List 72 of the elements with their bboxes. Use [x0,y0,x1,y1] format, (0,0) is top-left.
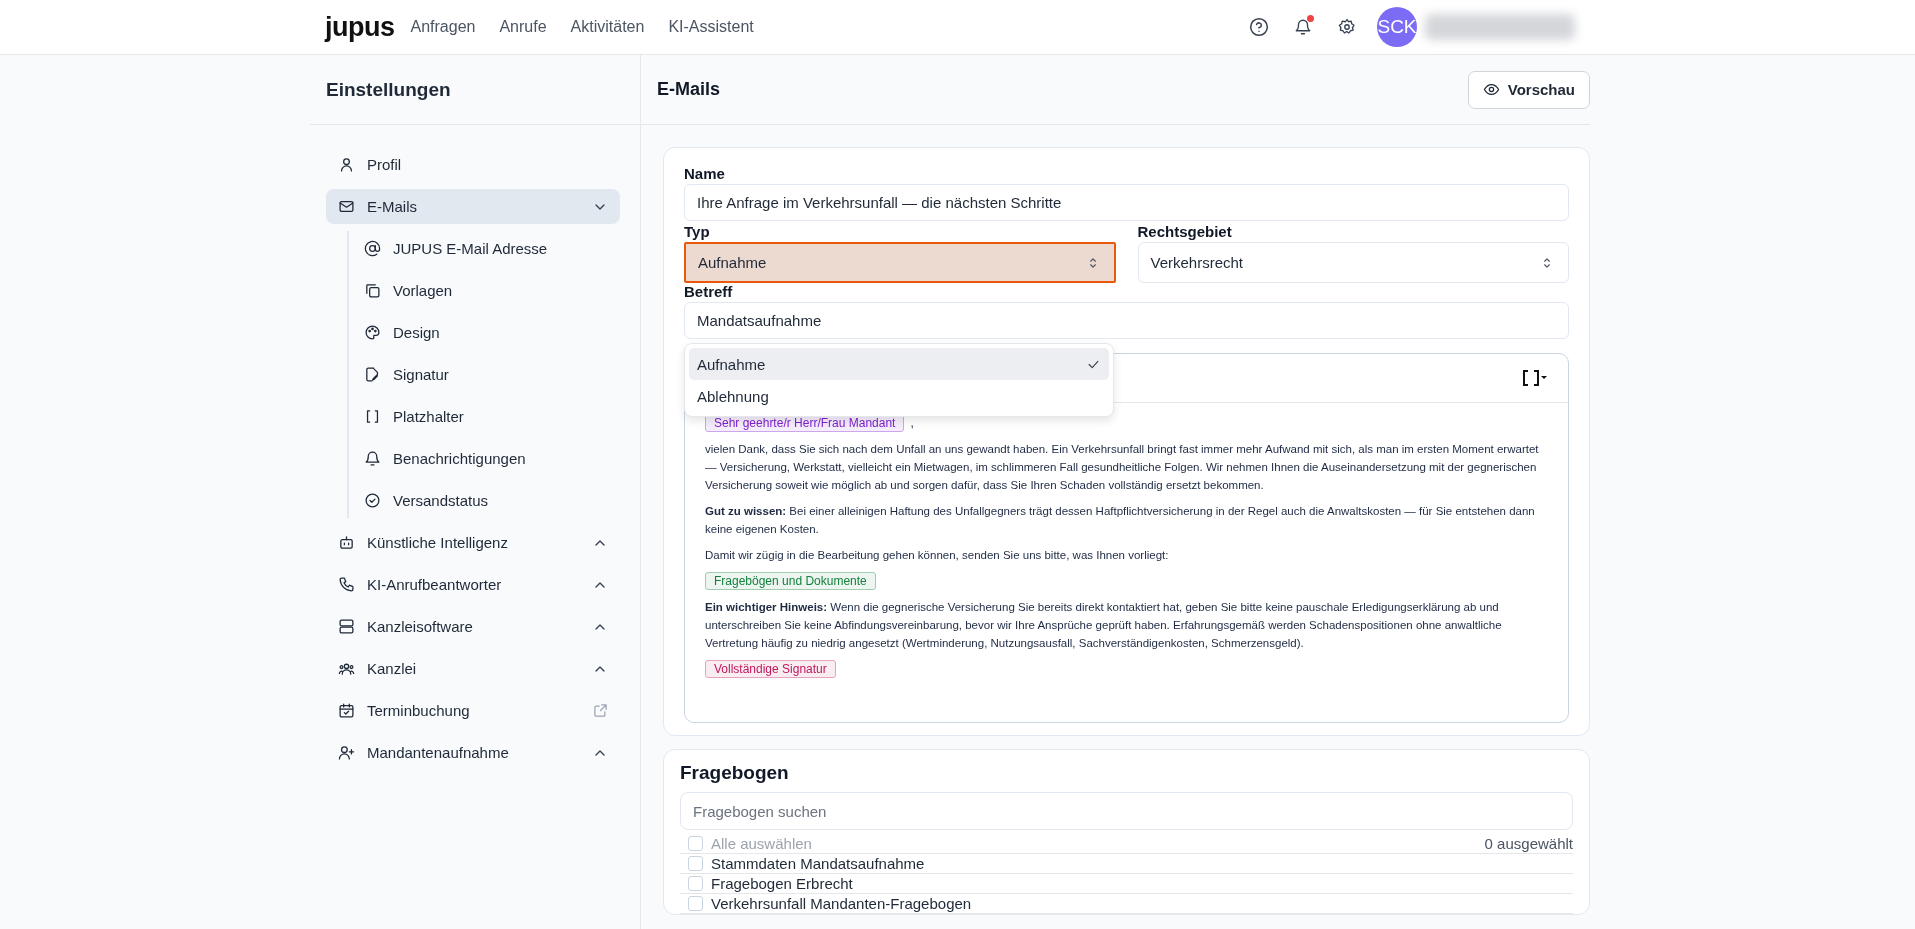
palette-icon [364,324,381,341]
sidebar-item[interactable]: Kanzlei [326,651,620,686]
sidebar-item[interactable]: Benachrichtigungen [349,441,620,476]
sidebar-title: Einstellungen [310,55,640,125]
checkbox[interactable] [688,876,703,891]
sidebar-item[interactable]: Terminbuchung [326,693,620,728]
brackets-caret-icon [1522,369,1548,387]
at-sign-icon [364,240,381,257]
preview-button[interactable]: Vorschau [1467,70,1590,109]
search-field[interactable]: Fragebogen suchen [680,792,1573,830]
settings-icon [1338,18,1356,36]
card-title: Fragebogen [680,762,790,784]
sidebar-item[interactable]: Design [349,315,620,350]
sidebar-item[interactable]: Künstliche Intelligenz [326,525,620,560]
envelope-icon [338,198,355,215]
editor-paragraph: Ein wichtiger Hinweis: Wenn die gegnerische Versicherung Sie bereits direkt kontaktiert hat, geben Sie bitte keine pauschale Erledigungserklärung ab und unterschreiben Sie keine Abfindungsvereinbarung, bevor wir Ihre Ansprüche geprüft haben. Erfahrungsgemäß werden Schadenspositionen ohne anwaltliche Vertretung häufig zu niedrig angesetzt (Wertminderung, Nutzungsausfall, Sachverständigenkosten, Schmerzensgeld). [705,600,1503,651]
page-title: E-Mails [657,79,721,100]
input-field[interactable]: Ihre Anfrage im Verkehrsunfall — die nächsten Schritte [684,184,1569,221]
server-icon [338,618,355,635]
checkbox-label[interactable]: Fragebogen Erbrecht [711,875,1573,892]
phone-icon [338,576,355,593]
help-button[interactable] [1247,15,1271,39]
nav-link[interactable]: Aktivitäten [570,18,645,36]
document-pen-icon [364,366,381,383]
select-field[interactable]: Aufnahme [684,242,1116,283]
editor-paragraph: Damit wir zügig in die Bearbeitung gehen können, senden Sie uns bitte, was Ihnen vorliegt: [705,548,1170,563]
nav-link[interactable]: KI-Assistent [668,18,754,36]
sidebar-item[interactable]: Kanzleisoftware [326,609,620,644]
external-link-icon [593,703,608,718]
checkbox[interactable] [688,896,703,911]
input-field[interactable]: Mandatsaufnahme [684,302,1569,339]
editor-paragraph: vielen Dank, dass Sie sich nach dem Unfall an uns gewandt haben. Ein Verkehrsunfall bringt fast immer mehr Aufwand mit sich, als man im ersten Moment erwartet — Versicherung, Werkstatt, vielleicht ein Mietwagen, im schlimmeren Fall gesundheitliche Folgen. Wir nehmen Ihnen die Auseinandersetzung mit der gegnerischen Versicherung soweit wie möglich ab und sorgen dafür, dass Sie Ihren Schaden vollständig ersetzt bekommen. [705,442,1540,493]
sidebar-item[interactable]: Vorlagen [349,273,620,308]
calendar-icon [338,702,355,719]
field-label: Betreff [684,283,734,300]
person-icon [338,156,355,173]
eye-icon [1482,81,1500,98]
dropdown-option[interactable]: Aufnahme [689,348,1109,380]
field-label: Rechtsgebiet [1137,223,1233,240]
checkbox-label[interactable]: Stammdaten Mandatsaufnahme [711,855,1573,872]
checkbox[interactable] [688,856,703,871]
sidebar-item[interactable]: Mandantenaufnahme [326,735,620,770]
sidebar-item[interactable]: JUPUS E-Mail Adresse [349,231,620,266]
sidebar-item[interactable]: Platzhalter [349,399,620,434]
selected-count: 0 ausgewählt [1484,835,1573,852]
brackets-icon [364,408,381,425]
checkbox-label[interactable]: Verkehrsunfall Mandanten-Fragebogen [711,895,1573,912]
logo[interactable]: jupus [325,13,395,41]
field-label: Name [684,165,726,182]
copy-icon [364,282,381,299]
editor-text: , [910,416,914,430]
check-circle-icon [364,492,381,509]
bell-icon [364,450,381,467]
nav-link[interactable]: Anrufe [499,18,547,36]
sidebar-item[interactable]: Versandstatus [349,483,620,518]
sidebar-item[interactable]: Profil [326,147,620,182]
person-plus-icon [338,744,355,761]
placeholder-tag[interactable]: Vollständige Signatur [705,660,836,678]
sidebar-item[interactable]: KI-Anrufbeantworter [326,567,620,602]
placeholder-tag[interactable]: Fragebögen und Dokumente [705,572,876,590]
nav-link[interactable]: Anfragen [410,18,476,36]
select-field[interactable]: Verkehrsrecht [1137,242,1569,283]
dropdown-option[interactable]: Ablehnung [689,380,1109,412]
placeholder-button[interactable] [1522,369,1548,387]
sidebar-item[interactable]: E-Mails [326,189,620,224]
sidebar-item[interactable]: Signatur [349,357,620,392]
avatar[interactable]: SCK [1377,7,1417,47]
editor-paragraph: Gut zu wissen: Bei einer alleinigen Haftung des Unfallgegners trägt dessen Haftpflichtversicherung in der Regel auch die Anwaltskosten — für Sie entstehen dann keine eigenen Kosten. [705,504,1536,537]
help-icon [1249,17,1269,37]
bell-icon [1294,18,1312,36]
robot-icon [338,534,355,551]
field-label: Typ [684,223,711,240]
